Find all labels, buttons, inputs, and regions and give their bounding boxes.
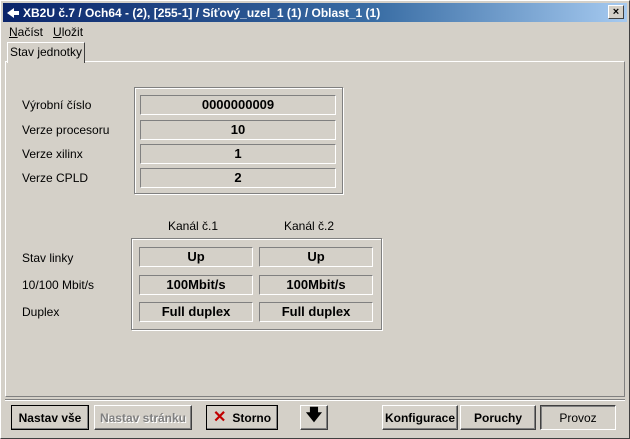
serial-number-field: 0000000009 [140,95,336,115]
unit-info-label: Verze CPLD [22,171,89,185]
channel-2-duplex: Full duplex [259,302,373,322]
close-button[interactable]: × [608,5,624,19]
main-window: XB2U č.7 / Och64 - (2), [255-1] / Síťový… [0,0,630,439]
channel-2-header: Kanál č.2 [284,219,335,233]
unit-info-label: Výrobní číslo [22,98,92,112]
channel-1-speed: 100Mbit/s [139,275,253,295]
set-page-button[interactable]: Nastav stránku [94,405,192,430]
menu-save-mnemonic: U [53,25,62,39]
down-arrow-icon: 🡇 [305,407,323,424]
duplex-label: Duplex [22,305,60,319]
menu-save-rest: ložit [61,25,84,39]
unit-info-label: Verze xilinx [22,147,83,161]
set-all-button[interactable]: Nastav vše [11,405,89,430]
speed-label: 10/100 Mbit/s [22,278,95,292]
processor-version-field: 10 [140,120,336,140]
channel-2-link-status: Up [259,247,373,267]
menu-load-rest: ačíst [17,25,44,39]
menu-load-mnemonic: N [9,25,18,39]
link-status-label: Stav linky [22,251,74,265]
channel-1-duplex: Full duplex [139,302,253,322]
cancel-x-icon: ✕ [212,408,227,426]
channel-1-link-status: Up [139,247,253,267]
cancel-button[interactable]: ✕ Storno [206,405,278,430]
channel-2-speed: 100Mbit/s [259,275,373,295]
window-title: XB2U č.7 / Och64 - (2), [255-1] / Síťový… [23,5,381,20]
cpld-version-field: 2 [140,168,336,188]
app-arrow-icon [5,5,21,21]
unit-info-label: Verze procesoru [22,123,110,137]
menu-save[interactable]: Uložit [53,24,83,41]
cancel-button-label: Storno [232,410,272,425]
title-bar[interactable]: XB2U č.7 / Och64 - (2), [255-1] / Síťový… [3,3,627,22]
menu-load[interactable]: Načíst [9,24,43,41]
faults-button[interactable]: Poruchy [460,405,536,430]
xilinx-version-field: 1 [140,144,336,164]
down-arrow-button[interactable]: 🡇 [300,405,328,430]
channel-1-header: Kanál č.1 [168,219,219,233]
menu-bar: Načíst Uložit [5,24,83,41]
config-button[interactable]: Konfigurace [382,405,458,430]
operation-button[interactable]: Provoz [540,405,616,430]
bottom-separator [5,399,625,401]
tab-unit-status[interactable]: Stav jednotky [7,42,85,63]
